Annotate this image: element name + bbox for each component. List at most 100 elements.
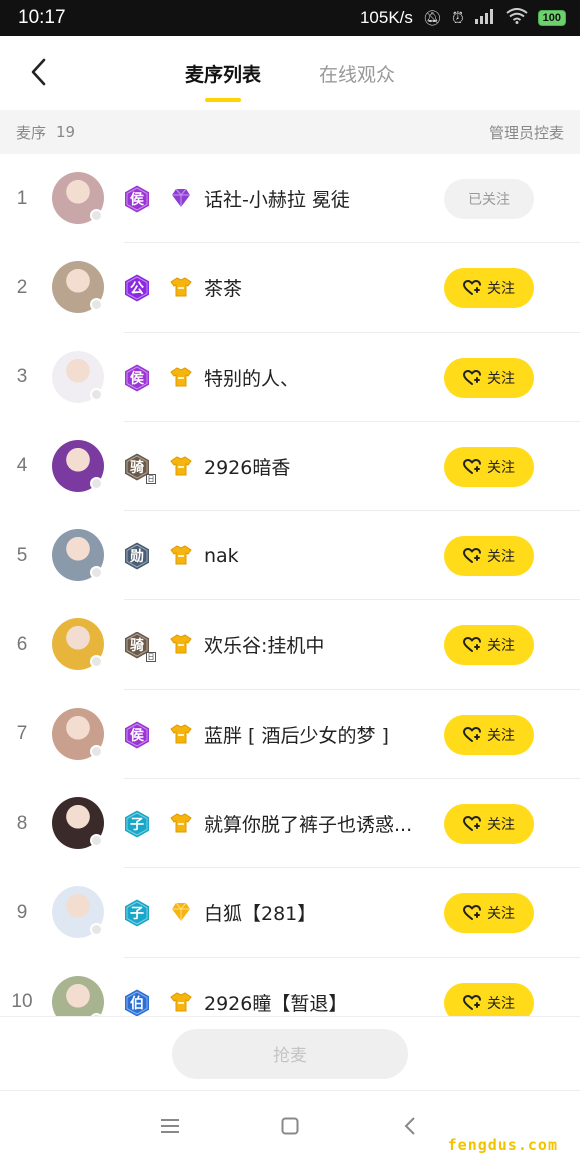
user-nickname: 就算你脱了裤子也诱惑...: [204, 814, 413, 837]
tab-online-audience[interactable]: 在线观众: [319, 36, 395, 110]
queue-count: 19: [56, 123, 76, 141]
avatar[interactable]: [52, 975, 104, 1016]
noble-rank-badge: 公: [122, 273, 152, 303]
online-status-dot: [90, 387, 103, 401]
gold-gem-icon: [170, 901, 192, 923]
badge-sub-label: 日: [146, 473, 156, 484]
heart-plus-icon: [463, 369, 481, 385]
admin-control-link[interactable]: 管理员控麦: [489, 122, 564, 143]
gold-shirt-icon: [170, 723, 192, 745]
list-item[interactable]: 5 勋 nak 关注: [0, 511, 580, 601]
follow-button[interactable]: 关注: [444, 357, 534, 398]
noble-rank-badge: 子: [122, 898, 152, 928]
noble-rank-badge: 子: [122, 809, 152, 839]
follow-button[interactable]: 关注: [444, 536, 534, 577]
nav-menu-button[interactable]: [110, 1091, 230, 1160]
tab-active-indicator: [204, 98, 241, 102]
tab-label: 在线观众: [319, 63, 396, 86]
user-nickname: 2926瞳【暂退】: [204, 992, 348, 1015]
noble-rank-badge: 侯: [122, 720, 152, 750]
gold-shirt-icon: [170, 366, 192, 388]
user-nickname: 欢乐谷:挂机中: [204, 635, 325, 658]
gold-shirt-icon: [170, 455, 192, 477]
list-item[interactable]: 4 骑日 2926暗香 关注: [0, 422, 580, 512]
online-status-dot: [90, 834, 103, 848]
noble-rank-badge: 勋: [122, 541, 152, 571]
tab-bar: 麦序列表 在线观众: [185, 36, 395, 110]
queue-summary-bar: 麦序 19 管理员控麦: [0, 110, 580, 154]
user-nickname: 2926暗香: [204, 456, 291, 479]
online-status-dot: [90, 298, 103, 312]
user-nickname: 茶茶: [204, 278, 243, 301]
follow-button[interactable]: 关注: [444, 268, 534, 309]
nav-home-button[interactable]: [230, 1091, 350, 1160]
followed-button[interactable]: 已关注: [444, 179, 534, 219]
noble-rank-badge: 骑日: [122, 452, 156, 484]
heart-plus-icon: [463, 905, 481, 921]
rank-number: 9: [16, 901, 28, 923]
heart-plus-icon: [463, 548, 481, 564]
gold-shirt-icon: [170, 544, 192, 566]
follow-button[interactable]: 关注: [444, 982, 534, 1016]
list-item[interactable]: 9 子 白狐【281】 关注: [0, 868, 580, 958]
follow-button[interactable]: 关注: [444, 446, 534, 487]
system-nav-bar: fengdus.com: [0, 1090, 580, 1160]
online-status-dot: [90, 476, 103, 490]
wifi-icon: [506, 7, 528, 29]
noble-rank-label: 公: [130, 281, 144, 298]
noble-rank-label: 勋: [130, 549, 144, 566]
tab-mic-queue[interactable]: 麦序列表: [185, 36, 261, 110]
heart-plus-icon: [463, 994, 481, 1010]
follow-label: 关注: [487, 906, 515, 923]
heart-plus-icon: [463, 816, 481, 832]
purple-gem-icon: [170, 187, 192, 209]
gold-shirt-icon: [170, 812, 192, 834]
follow-button[interactable]: 关注: [444, 804, 534, 845]
mic-queue-list[interactable]: 1 侯话社-小赫拉 冕徒 已关注 2 公茶茶 关注 3 侯特别的人、 关注 4 骑日 2926暗香 关注…: [0, 154, 580, 1016]
network-speed: 105K/s: [359, 8, 413, 27]
watermark: fengdus.com: [447, 1136, 558, 1154]
rank-number: 6: [16, 633, 28, 655]
home-square-icon: [281, 1117, 299, 1134]
queue-label: 麦序: [16, 123, 47, 142]
rank-number: 5: [16, 544, 28, 566]
status-time: 10:17: [18, 7, 66, 28]
tab-label: 麦序列表: [184, 63, 261, 86]
chevron-left-icon: [31, 58, 46, 86]
signal-icon: [474, 8, 496, 29]
follow-button[interactable]: 关注: [444, 625, 534, 666]
rank-number: 1: [16, 187, 28, 209]
list-item[interactable]: 3 侯 特别的人、 关注: [0, 333, 580, 422]
grab-mic-area: 抢麦: [0, 1016, 580, 1090]
list-item[interactable]: 10 伯 2926瞳【暂退】 关注: [0, 958, 580, 1016]
battery-indicator: 100: [537, 10, 566, 26]
rank-number: 7: [16, 723, 28, 745]
gold-shirt-icon: [170, 276, 192, 298]
gold-shirt-icon: [170, 633, 192, 655]
online-status-dot: [90, 923, 103, 937]
heart-plus-icon: [463, 637, 481, 653]
follow-button[interactable]: 关注: [444, 714, 534, 755]
user-nickname: 特别的人、: [204, 367, 300, 390]
list-item[interactable]: 1 侯 话社-小赫拉 冕徒 已关注: [0, 154, 580, 244]
rank-number: 2: [16, 276, 28, 298]
list-item[interactable]: 8 子 就算你脱了裤子也诱惑... 关注: [0, 779, 580, 869]
follow-label: 关注: [487, 638, 515, 655]
back-button[interactable]: [20, 54, 56, 90]
list-item[interactable]: 2 公 茶茶 关注: [0, 243, 580, 333]
follow-label: 关注: [487, 459, 515, 476]
heart-plus-icon: [463, 726, 481, 742]
status-icons: 105K/s 🔕︎ ⏰︎ 100: [359, 7, 566, 29]
online-status-dot: [90, 655, 103, 669]
follow-button[interactable]: 关注: [444, 893, 534, 934]
list-item[interactable]: 7 侯 蓝胖 [ 酒后少女的梦 ] 关注: [0, 690, 580, 780]
list-item[interactable]: 6 骑日 欢乐谷:挂机中 关注: [0, 600, 580, 690]
grab-mic-button[interactable]: 抢麦: [172, 1028, 408, 1079]
badge-sub-label: 日: [146, 652, 156, 663]
noble-rank-badge: 侯: [122, 184, 152, 214]
follow-label: 关注: [487, 995, 515, 1012]
online-status-dot: [90, 209, 103, 222]
noble-rank-badge: 骑日: [122, 630, 156, 663]
noble-rank-badge: 侯: [122, 363, 152, 393]
noble-rank-label: 侯: [130, 192, 144, 208]
